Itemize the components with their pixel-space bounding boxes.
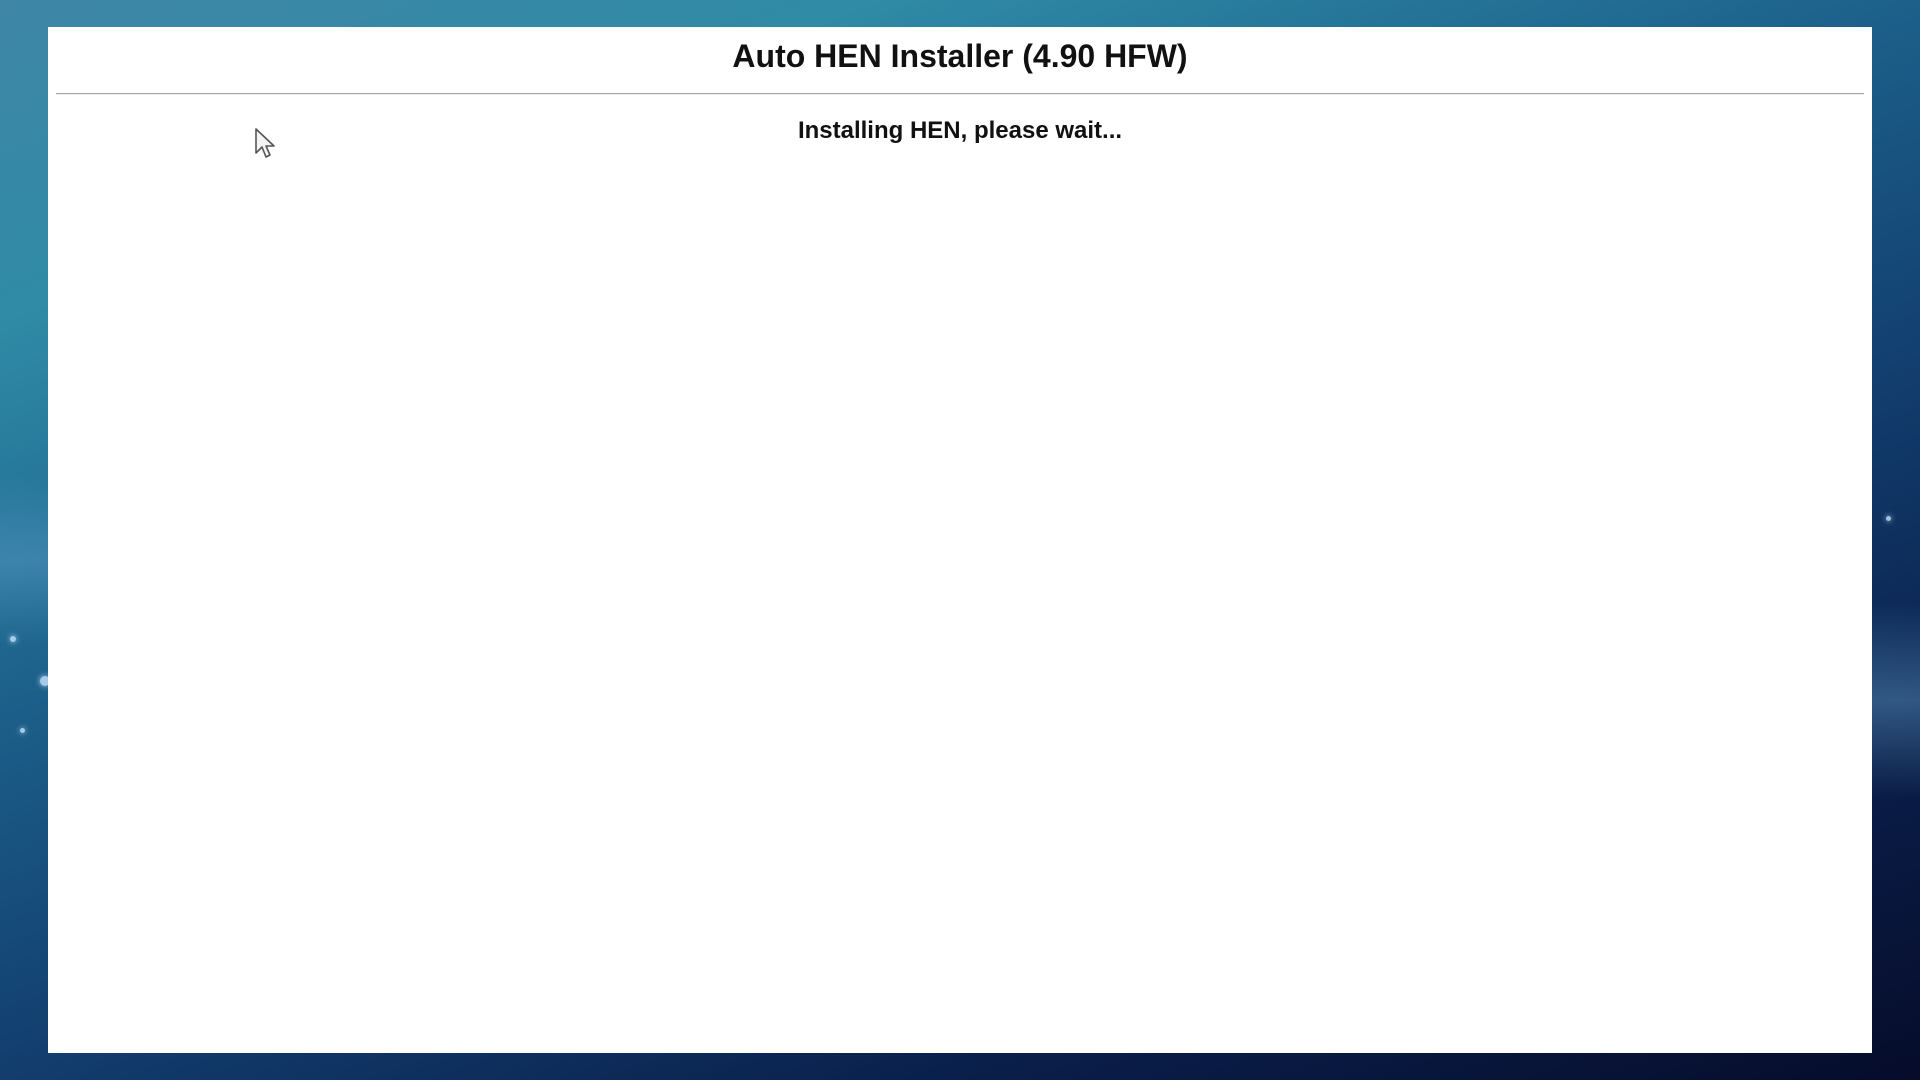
install-status-text: Installing HEN, please wait... [797, 117, 1123, 144]
background-sparkle [10, 636, 16, 642]
page-title: Auto HEN Installer (4.90 HFW) [732, 38, 1188, 74]
background-sparkle [20, 728, 25, 733]
mouse-pointer-arrow-icon [255, 128, 275, 158]
title-divider [56, 93, 1864, 95]
background-sparkle [1886, 516, 1891, 521]
browser-page: Auto HEN Installer (4.90 HFW) Installing… [48, 27, 1872, 1053]
